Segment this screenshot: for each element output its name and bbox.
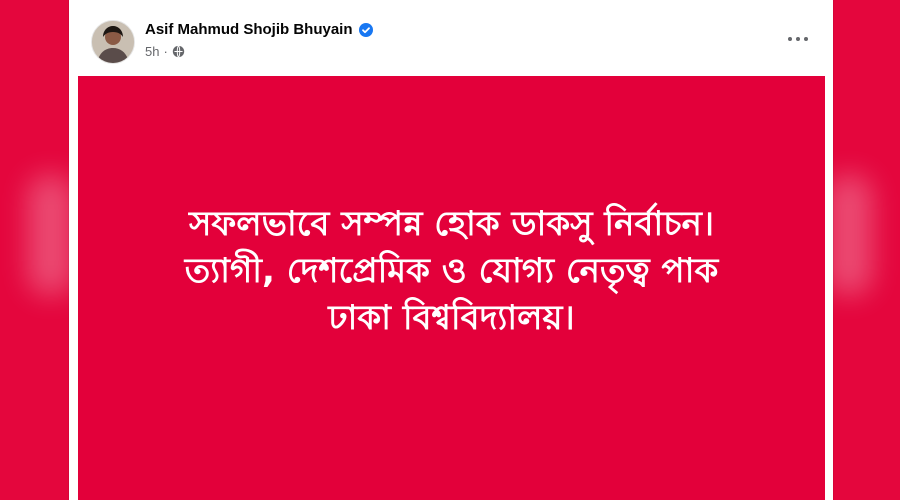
avatar-photo-icon — [92, 21, 134, 63]
author-avatar[interactable] — [91, 20, 135, 64]
post-image[interactable]: সফলভাবে সম্পন্ন হোক ডাকসু নির্বাচন। ত্যা… — [78, 76, 825, 500]
post-time[interactable]: 5h — [145, 44, 159, 59]
post-image-line: সফলভাবে সম্পন্ন হোক ডাকসু নির্বাচন। — [188, 203, 715, 244]
post-image-line: ত্যাগী, দেশপ্রেমিক ও যোগ্য নেতৃত্ব পাক — [184, 250, 719, 291]
globe-icon[interactable] — [172, 45, 185, 58]
post-header: Asif Mahmud Shojib Bhuyain 5h · — [69, 0, 833, 76]
post-card: Asif Mahmud Shojib Bhuyain 5h · সফলভাবে … — [69, 0, 833, 500]
post-meta: 5h · — [145, 44, 185, 59]
author-name[interactable]: Asif Mahmud Shojib Bhuyain — [145, 21, 353, 38]
blurred-background-left — [28, 175, 74, 295]
post-image-line: ঢাকা বিশ্ববিদ্যালয়। — [328, 297, 575, 338]
verified-badge-icon — [358, 22, 373, 37]
more-options-icon — [788, 37, 808, 41]
meta-separator: · — [163, 44, 168, 59]
post-image-text: সফলভাবে সম্পন্ন হোক ডাকসু নির্বাচন। ত্যা… — [127, 201, 777, 342]
author-row: Asif Mahmud Shojib Bhuyain — [145, 21, 373, 38]
more-options-button[interactable] — [781, 24, 815, 54]
